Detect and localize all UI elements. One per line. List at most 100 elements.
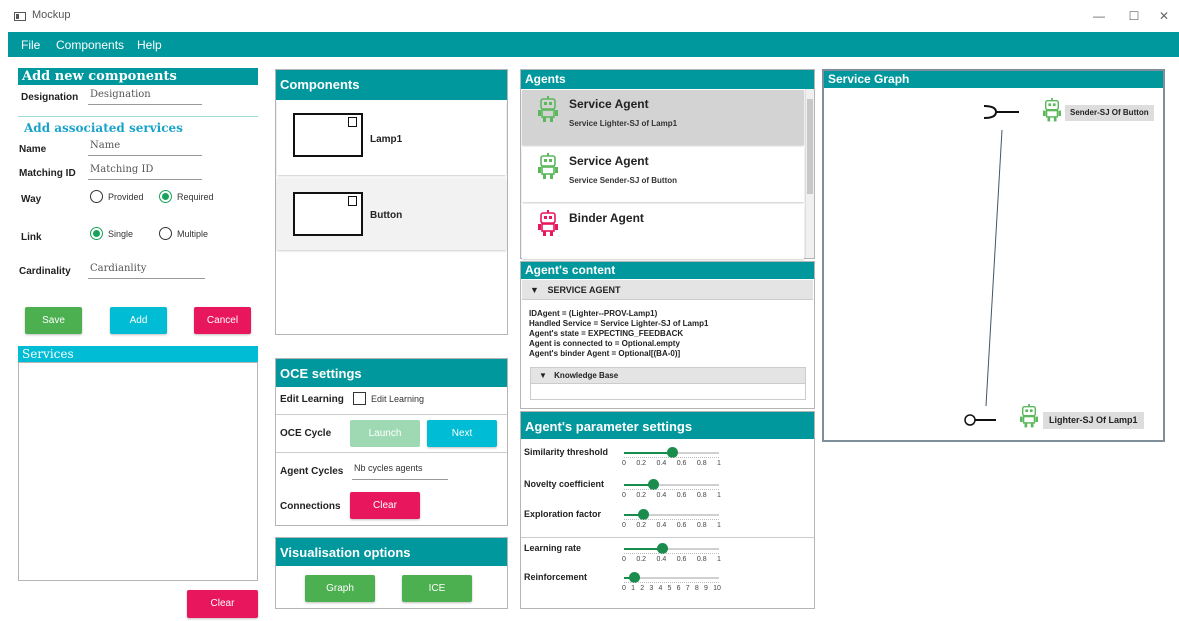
slider-tick-label: 3 — [649, 585, 654, 592]
service-graph-canvas[interactable] — [824, 88, 1163, 440]
way-label: Way — [21, 194, 42, 205]
save-button[interactable]: Save — [25, 307, 82, 334]
slider-label: Similarity threshold — [524, 447, 609, 457]
agent-detail-line: IDAgent = (Lighter--PROV-Lamp1) — [529, 309, 658, 318]
agent-list-item[interactable]: Service Agent Service Sender-SJ of Button — [522, 147, 804, 202]
divider — [18, 116, 258, 117]
slider-tick-label: 0.2 — [636, 460, 647, 467]
agent-list-item[interactable]: Binder Agent — [522, 204, 804, 259]
component-symbol-icon — [348, 117, 357, 127]
components-panel: Components Lamp1 Button — [275, 69, 508, 335]
services-list[interactable] — [18, 362, 258, 581]
component-label: Button — [370, 210, 403, 221]
agent-cycles-input[interactable]: Nb cycles agents — [352, 463, 448, 480]
slider-tick-label: 4 — [658, 585, 663, 592]
ice-button[interactable]: ICE — [402, 575, 472, 602]
services-clear-button[interactable]: Clear — [187, 590, 258, 618]
collapse-arrow-icon: ▼ — [539, 371, 547, 380]
cancel-button[interactable]: Cancel — [194, 307, 251, 334]
graph-button[interactable]: Graph — [305, 575, 375, 602]
slider-tick-label: 8 — [694, 585, 699, 592]
knowledge-base-title: Knowledge Base — [554, 371, 619, 380]
agents-header: Agents — [521, 70, 814, 89]
graph-node-label[interactable]: Sender-SJ Of Button — [1065, 105, 1154, 121]
app-icon — [14, 12, 26, 21]
slider-tick-label: 0.4 — [656, 522, 667, 529]
component-box-icon — [293, 113, 363, 157]
agent-content-header: Agent's content — [521, 262, 814, 279]
slider-tick-label: 5 — [667, 585, 672, 592]
name-input[interactable]: Name — [88, 140, 202, 156]
slider-tick-label: 1 — [717, 556, 721, 563]
robot-icon — [538, 210, 558, 240]
agent-detail-line: Agent's state = EXPECTING_FEEDBACK — [529, 329, 684, 338]
menu-components[interactable]: Components — [56, 38, 124, 52]
parameter-settings-panel: Agent's parameter settings Similarity th… — [520, 411, 815, 609]
minimize-button[interactable]: — — [1089, 7, 1109, 25]
way-provided-radio[interactable] — [90, 190, 103, 203]
lighter-robot-icon — [1020, 404, 1038, 431]
name-label: Name — [19, 144, 47, 155]
cardinality-input[interactable]: Cardianlity — [88, 263, 205, 279]
agent-list-item[interactable]: Service Agent Service Lighter-SJ of Lamp1 — [522, 90, 804, 145]
oce-header: OCE settings — [276, 359, 507, 387]
slider-label: Learning rate — [524, 543, 582, 553]
divider — [521, 537, 814, 538]
link-single-radio[interactable] — [90, 227, 103, 240]
visualisation-header: Visualisation options — [276, 538, 507, 566]
slider-tick-labels: 0 0.2 0.4 0.6 0.8 1 — [622, 522, 721, 529]
next-button[interactable]: Next — [427, 420, 497, 447]
link-multiple-radio[interactable] — [159, 227, 172, 240]
close-button[interactable]: ✕ — [1154, 7, 1174, 25]
provided-ball-icon — [964, 414, 976, 426]
link-single-label: Single — [108, 229, 134, 239]
divider — [276, 414, 507, 415]
robot-icon — [538, 96, 558, 126]
divider — [276, 452, 507, 453]
slider-tick-label: 2 — [640, 585, 645, 592]
launch-button[interactable]: Launch — [350, 420, 420, 447]
slider-tick-label: 0.8 — [696, 460, 707, 467]
connections-clear-button[interactable]: Clear — [350, 492, 420, 519]
slider-tick-label: 0.2 — [636, 556, 647, 563]
knowledge-base-header[interactable]: ▼ Knowledge Base — [531, 368, 805, 384]
knowledge-base-section[interactable]: ▼ Knowledge Base — [530, 367, 806, 400]
menu-file[interactable]: File — [21, 38, 40, 52]
agent-detail-line: Agent's binder Agent = Optional[(BA-0)] — [529, 349, 681, 358]
slider-tick-label: 1 — [717, 460, 721, 467]
designation-label: Designation — [21, 92, 79, 103]
slider-tick-label: 0.6 — [676, 460, 687, 467]
way-required-radio[interactable] — [159, 190, 172, 203]
service-graph-header: Service Graph — [824, 71, 1163, 88]
component-symbol-icon — [348, 196, 357, 206]
component-card[interactable]: Lamp1 — [277, 101, 506, 175]
slider-tick-label: 0.6 — [676, 556, 687, 563]
slider-tick-label: 9 — [703, 585, 708, 592]
maximize-button[interactable]: ☐ — [1124, 7, 1144, 25]
graph-node-label[interactable]: Lighter-SJ Of Lamp1 — [1043, 412, 1144, 429]
way-required-label: Required — [177, 192, 214, 202]
edit-learning-checkbox[interactable] — [353, 392, 366, 405]
service-agent-section[interactable]: ▼ SERVICE AGENT — [522, 280, 813, 300]
scrollbar-thumb[interactable] — [807, 99, 813, 194]
window-title: Mockup — [32, 9, 71, 21]
link-label: Link — [21, 232, 42, 243]
designation-input[interactable]: Designation — [88, 89, 202, 105]
menu-bar: File Components Help — [8, 32, 1179, 57]
agent-detail-line: Handled Service = Service Lighter-SJ of … — [529, 319, 709, 328]
component-card[interactable]: Button — [277, 178, 506, 250]
slider-tick-label: 0.4 — [656, 556, 667, 563]
slider-tick-label: 0.2 — [636, 492, 647, 499]
window-titlebar: Mockup — ☐ ✕ — [0, 0, 1179, 32]
add-button[interactable]: Add — [110, 307, 167, 334]
visualisation-panel: Visualisation options Graph ICE — [275, 537, 508, 609]
agents-panel: Agents Service Agent Service Lighter-SJ o… — [520, 69, 815, 259]
slider-tick-label: 0.8 — [696, 522, 707, 529]
agents-scrollbar[interactable] — [805, 89, 814, 258]
menu-help[interactable]: Help — [137, 38, 162, 52]
graph-edge — [985, 129, 1003, 407]
edit-learning-label: Edit Learning — [280, 394, 344, 405]
slider-tick-label: 0 — [622, 556, 626, 563]
matching-id-input[interactable]: Matching ID — [88, 164, 202, 180]
slider-tick-label: 10 — [713, 585, 721, 592]
